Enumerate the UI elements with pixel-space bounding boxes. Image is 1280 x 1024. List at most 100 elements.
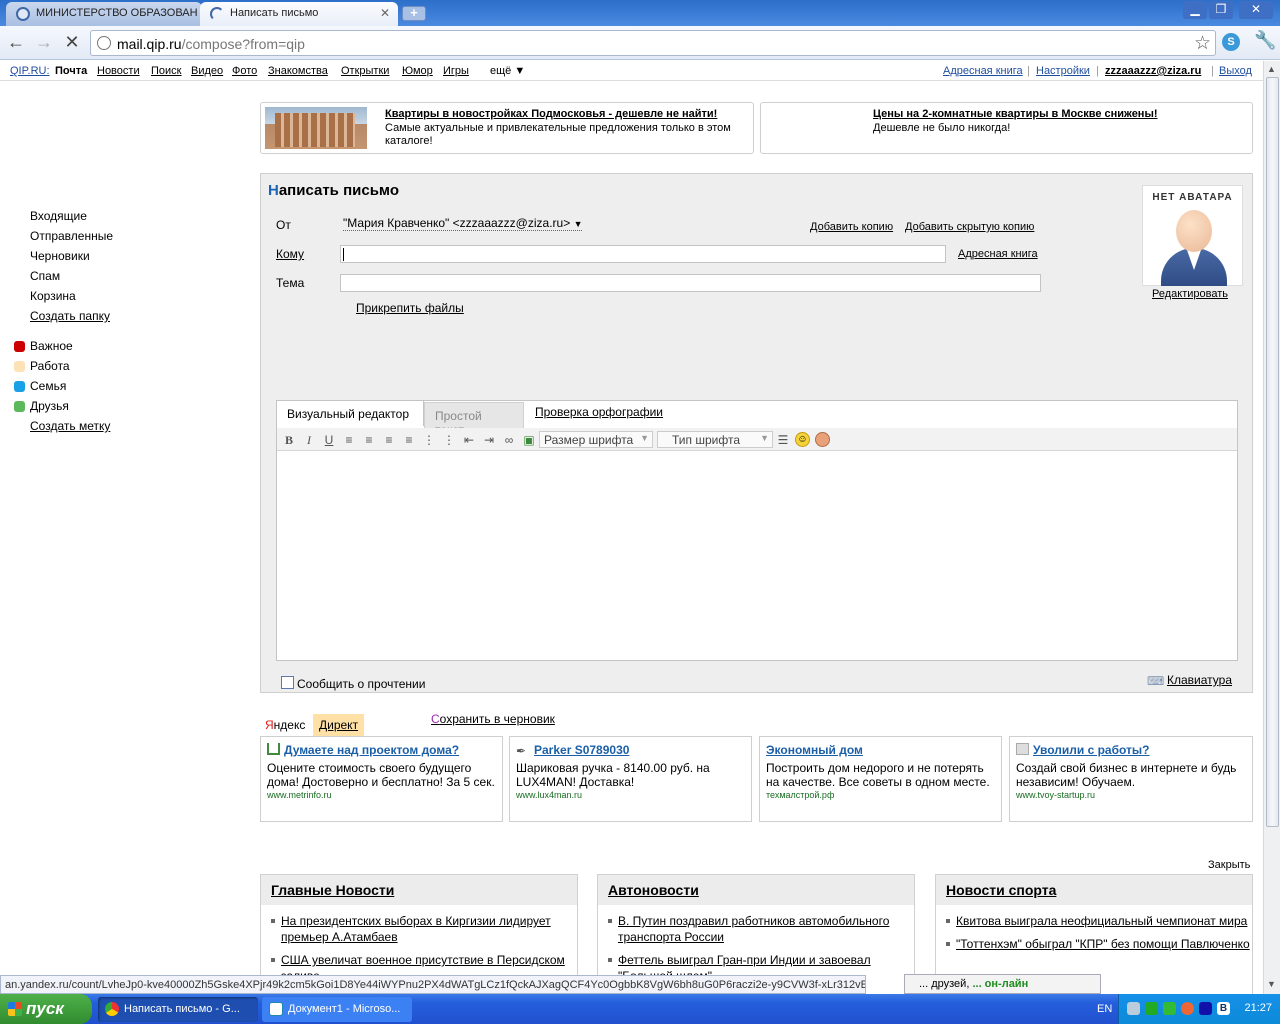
add-bcc-link[interactable]: Добавить скрытую копию [905, 221, 1034, 233]
skype-extension-icon[interactable]: S [1222, 33, 1240, 51]
start-button[interactable]: пуск [0, 994, 92, 1024]
nav-video[interactable]: Видео [191, 65, 223, 77]
direct-ad[interactable]: Уволили с работы? Создай свой бизнес в и… [1009, 736, 1253, 822]
nav-qip-home[interactable]: QIP.RU: [10, 65, 50, 77]
direct-ad[interactable]: ✒ Parker S0789030 Шариковая ручка - 8140.… [509, 736, 752, 822]
message-body-editor[interactable] [277, 452, 1237, 660]
italic-icon[interactable]: I [301, 432, 317, 448]
qip-icon[interactable] [1163, 1002, 1176, 1015]
keyboard-icon[interactable]: ⌨ [1147, 674, 1164, 688]
align-left-icon[interactable]: ≡ [341, 432, 357, 448]
language-indicator[interactable]: EN [1097, 1003, 1112, 1015]
underline-icon[interactable]: U [321, 432, 337, 448]
direct-ad-title[interactable]: Думаете над проектом дома? [284, 743, 459, 757]
direct-ad-url[interactable]: www.tvoy-startup.ru [1016, 790, 1246, 800]
bulleted-list-icon[interactable]: ⋮ [441, 432, 457, 448]
color-palette-icon[interactable] [815, 432, 830, 447]
new-tab-button[interactable]: + [402, 6, 426, 21]
font-size-select[interactable]: Размер шрифта ▼ [539, 431, 653, 448]
read-receipt-checkbox[interactable] [281, 676, 294, 689]
news-item[interactable]: В. Путин поздравил работников автомобиль… [608, 913, 914, 945]
folder-sent[interactable]: Отправленные [30, 229, 113, 243]
nav-logout[interactable]: Выход [1219, 65, 1252, 77]
nav-search[interactable]: Поиск [151, 65, 181, 77]
direct-ad-title[interactable]: Parker S0789030 [534, 743, 629, 757]
nav-photo[interactable]: Фото [232, 65, 257, 77]
taskbar-chrome-window[interactable]: Написать письмо - G... [98, 997, 258, 1022]
to-input[interactable] [340, 245, 946, 263]
ad-banner-apartments[interactable]: Квартиры в новостройках Подмосковья - де… [260, 102, 754, 154]
nav-dating[interactable]: Знакомства [268, 65, 328, 77]
create-folder-link[interactable]: Создать папку [30, 309, 110, 323]
news-header[interactable]: Новости спорта [936, 875, 1252, 905]
label-work[interactable]: Работа [30, 359, 70, 373]
back-arrow-icon[interactable]: ← [6, 33, 26, 53]
label-family[interactable]: Семья [30, 379, 66, 393]
insert-image-icon[interactable]: ▣ [521, 432, 537, 448]
label-important[interactable]: Важное [30, 339, 73, 353]
align-justify-icon[interactable]: ≡ [401, 432, 417, 448]
spellcheck-link[interactable]: Проверка орфографии [535, 405, 663, 419]
direct-ad-title[interactable]: Экономный дом [766, 743, 863, 757]
browser-tray-icon[interactable] [1181, 1002, 1194, 1015]
vk-icon[interactable]: B [1217, 1002, 1230, 1015]
nav-settings[interactable]: Настройки [1036, 65, 1090, 77]
to-label-link[interactable]: Кому [276, 247, 304, 261]
nav-cards[interactable]: Открытки [341, 65, 389, 77]
tab-visual-editor[interactable]: Визуальный редактор [276, 400, 424, 426]
address-bar[interactable]: mail.qip.ru/compose?from=qip ☆ [90, 30, 1216, 56]
folder-inbox[interactable]: Входящие [30, 209, 87, 223]
icq-icon[interactable] [1145, 1002, 1158, 1015]
attach-files-link[interactable]: Прикрепить файлы [356, 301, 464, 315]
page-scrollbar[interactable]: ▲ ▼ [1263, 61, 1280, 994]
virtual-keyboard-link[interactable]: Клавиатура [1167, 673, 1232, 687]
nav-address-book[interactable]: Адресная книга [943, 65, 1023, 77]
close-news-link[interactable]: Закрыть [1208, 859, 1250, 871]
horizontal-rule-icon[interactable]: ☰ [775, 432, 791, 448]
direct-label[interactable]: Директ [313, 714, 365, 736]
taskbar-word-window[interactable]: Документ1 - Microso... [262, 997, 412, 1022]
tab-plain-text[interactable]: Простой текст [424, 402, 524, 437]
scrollbar-thumb[interactable] [1266, 77, 1279, 827]
save-draft-link[interactable]: Сохранить в черновик [431, 712, 555, 726]
indent-icon[interactable]: ⇥ [481, 432, 497, 448]
edit-avatar-link[interactable]: Редактировать [1152, 288, 1228, 300]
scroll-up-icon[interactable]: ▲ [1267, 64, 1276, 74]
maximize-button[interactable]: ❐ [1209, 1, 1233, 19]
smiley-icon[interactable]: ☺ [795, 432, 810, 447]
direct-ad-title[interactable]: Уволили с работы? [1033, 743, 1150, 757]
news-item[interactable]: На президентских выборах в Киргизии лиди… [271, 913, 577, 945]
im-status-bar[interactable]: ... друзей, ... он-лайн [904, 974, 1101, 994]
create-label-link[interactable]: Создать метку [30, 419, 110, 433]
direct-ad-url[interactable]: техмалстрой.рф [766, 790, 995, 800]
numbered-list-icon[interactable]: ⋮ [421, 432, 437, 448]
folder-drafts[interactable]: Черновики [30, 249, 90, 263]
direct-ad-url[interactable]: www.lux4man.ru [516, 790, 745, 800]
close-tab-icon[interactable]: ✕ [380, 6, 390, 20]
scroll-down-icon[interactable]: ▼ [1267, 979, 1276, 989]
minimize-button[interactable]: ▁ [1183, 1, 1207, 19]
direct-ad[interactable]: Экономный дом Построить дом недорого и н… [759, 736, 1002, 822]
add-cc-link[interactable]: Добавить копию [810, 221, 893, 233]
align-right-icon[interactable]: ≡ [381, 432, 397, 448]
folder-trash[interactable]: Корзина [30, 289, 76, 303]
news-header[interactable]: Автоновости [598, 875, 914, 905]
forward-arrow-icon[interactable]: → [34, 33, 54, 53]
link-icon[interactable]: ∞ [501, 432, 517, 448]
network-icon[interactable] [1127, 1002, 1140, 1015]
close-window-button[interactable]: ✕ [1239, 1, 1273, 19]
nav-humor[interactable]: Юмор [402, 65, 433, 77]
ad-banner-prices[interactable]: Цены на 2-комнатные квартиры в Москве сн… [760, 102, 1253, 154]
nav-mail[interactable]: Почта [55, 65, 87, 77]
direct-ad-url[interactable]: www.metrinfo.ru [267, 790, 496, 800]
news-item[interactable]: Квитова выиграла неофициальный чемпионат… [946, 913, 1252, 929]
news-item[interactable]: "Тоттенхэм" обыграл "КПР" без помощи Пав… [946, 936, 1252, 952]
browser-tab-ministry[interactable]: МИНИСТЕРСТВО ОБРАЗОВАН [6, 2, 202, 26]
bold-icon[interactable]: B [281, 432, 297, 448]
nav-games[interactable]: Игры [443, 65, 469, 77]
stop-icon[interactable]: ✕ [62, 33, 82, 53]
media-player-icon[interactable] [1199, 1002, 1212, 1015]
folder-spam[interactable]: Спам [30, 269, 60, 283]
browser-tab-compose[interactable]: Написать письмо ✕ [200, 2, 398, 26]
outdent-icon[interactable]: ⇤ [461, 432, 477, 448]
